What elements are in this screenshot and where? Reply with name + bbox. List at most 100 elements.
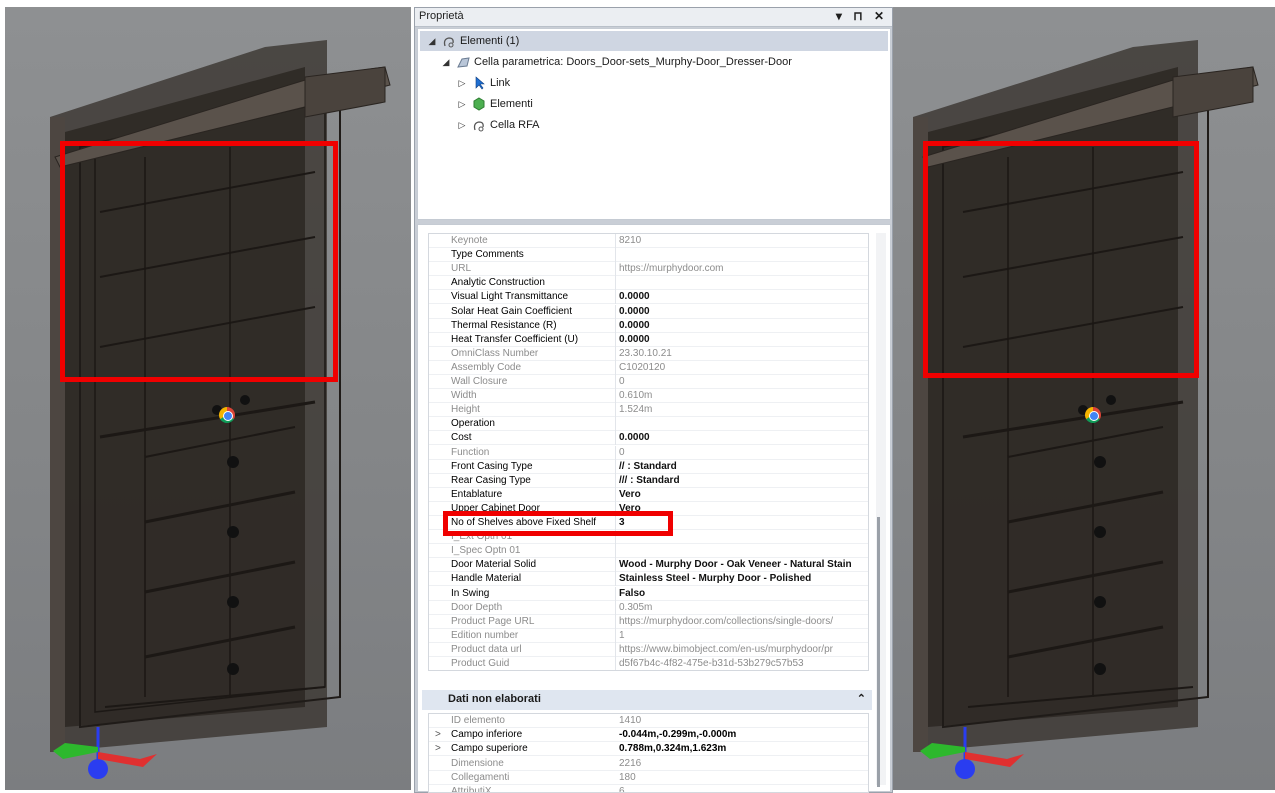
property-value[interactable]: 1.524m [619, 403, 868, 417]
property-row[interactable]: Visual Light Transmittance 0.0000 [429, 290, 868, 305]
property-value[interactable]: https://www.bimobject.com/en-us/murphydo… [619, 643, 868, 657]
tree-item-elementi[interactable]: ▷ Elementi [456, 94, 533, 114]
tree-expander[interactable]: ▷ [456, 120, 468, 131]
property-row[interactable]: Cost 0.0000 [429, 431, 868, 446]
property-row[interactable]: Assembly Code C1020120 [429, 360, 868, 375]
raw-data-row[interactable]: AttributiX 6 [429, 785, 868, 792]
right-3d-viewport[interactable] [893, 7, 1275, 790]
property-value[interactable]: 8210 [619, 234, 868, 248]
property-name: Product Page URL [451, 614, 616, 629]
property-value[interactable]: Wood - Murphy Door - Oak Veneer - Natura… [619, 558, 868, 572]
property-value[interactable]: https://murphydoor.com [619, 262, 868, 276]
raw-data-row[interactable]: > Campo superiore 0.788m,0.324m,1.623m [429, 742, 868, 757]
chrome-browser-icon [219, 407, 235, 423]
raw-data-value[interactable]: -0.044m,-0.299m,-0.000m [619, 728, 868, 741]
property-value[interactable]: d5f67b4c-4f82-475e-b31d-53b279c57b53 [619, 657, 868, 670]
property-row[interactable]: Height 1.524m [429, 403, 868, 418]
property-name: Wall Closure [451, 375, 616, 389]
cell-icon [455, 55, 471, 69]
property-name: Solar Heat Gain Coefficient [451, 304, 616, 319]
property-value[interactable]: 0 [619, 446, 868, 460]
property-row[interactable]: Function 0 [429, 445, 868, 460]
property-value[interactable]: Vero [619, 488, 868, 502]
raw-data-name: Collegamenti [451, 771, 510, 783]
raw-data-value[interactable]: 1410 [619, 714, 868, 727]
property-value[interactable] [619, 417, 868, 431]
property-row[interactable]: Entablature Vero [429, 487, 868, 502]
property-row[interactable]: OmniClass Number 23.30.10.21 [429, 346, 868, 361]
property-row[interactable]: Analytic Construction [429, 276, 868, 291]
property-row[interactable]: Edition number 1 [429, 628, 868, 643]
property-row[interactable]: Width 0.610m [429, 389, 868, 404]
selection-tree: ◢ Elementi (1) ◢ Cella parametrica: Door… [417, 28, 891, 220]
property-row[interactable]: Thermal Resistance (R) 0.0000 [429, 318, 868, 333]
shelves-property-highlight [443, 511, 673, 536]
raw-data-row[interactable]: Dimensione 2216 [429, 757, 868, 771]
property-value[interactable]: 0.0000 [619, 319, 868, 333]
property-value[interactable]: https://murphydoor.com/collections/singl… [619, 615, 868, 629]
property-value[interactable]: 0.0000 [619, 431, 868, 445]
property-row[interactable]: Product data url https://www.bimobject.co… [429, 642, 868, 657]
property-row[interactable]: Rear Casing Type/// : Standard [429, 473, 868, 488]
property-row[interactable]: Handle Material Stainless Steel - Murphy … [429, 572, 868, 587]
property-value[interactable]: 1 [619, 629, 868, 643]
property-value[interactable] [619, 276, 868, 290]
property-value[interactable] [619, 248, 868, 262]
raw-data-value[interactable]: 180 [619, 771, 868, 784]
property-value[interactable]: /// : Standard [619, 474, 868, 488]
property-value[interactable]: 0.0000 [619, 290, 868, 304]
raw-data-row[interactable]: > Campo inferiore -0.044m,-0.299m,-0.000m [429, 728, 868, 743]
property-value[interactable]: 0.0000 [619, 333, 868, 347]
property-row[interactable]: Product Guid d5f67b4c-4f82-475e-b31d-53b2… [429, 657, 868, 670]
property-row[interactable]: Product Page URL https://murphydoor.com/c… [429, 614, 868, 629]
property-value[interactable]: 0.610m [619, 389, 868, 403]
property-value[interactable]: 0 [619, 375, 868, 389]
property-name: Thermal Resistance (R) [451, 318, 616, 333]
tree-item-parametric-cell[interactable]: ◢ Cella parametrica: Doors_Door-sets_Mur… [440, 52, 792, 72]
properties-scroll-thumb[interactable] [877, 517, 880, 787]
tree-expander[interactable]: ◢ [426, 36, 438, 47]
property-row[interactable]: Solar Heat Gain Coefficient 0.0000 [429, 304, 868, 319]
raw-data-section-header[interactable]: Dati non elaborati ⌃ [422, 690, 872, 710]
property-value[interactable]: 0.0000 [619, 305, 868, 319]
tree-item-elements[interactable]: ◢ Elementi (1) [420, 31, 888, 51]
property-row[interactable]: Keynote 8210 [429, 234, 868, 248]
property-row[interactable]: Door Material Solid Wood - Murphy Door - … [429, 558, 868, 573]
property-row[interactable]: Wall Closure 0 [429, 375, 868, 389]
tree-item-link[interactable]: ▷ Link [456, 73, 510, 93]
left-3d-viewport[interactable] [5, 7, 411, 790]
property-row[interactable]: URL https://murphydoor.com [429, 262, 868, 277]
property-row[interactable]: I_Spec Optn 01 [429, 544, 868, 559]
row-expander-icon[interactable]: > [435, 728, 445, 741]
property-value[interactable]: C1020120 [619, 361, 868, 375]
tree-expander[interactable]: ◢ [440, 57, 452, 68]
raw-data-row[interactable]: Collegamenti 180 [429, 771, 868, 785]
property-name: Edition number [451, 628, 616, 643]
tree-expander[interactable]: ▷ [456, 78, 468, 89]
property-name: Operation [451, 417, 616, 432]
rfa-cell-icon [471, 118, 487, 132]
property-value[interactable]: 0.305m [619, 601, 868, 615]
panel-window-buttons[interactable]: ▾ ⊓ ✕ [836, 9, 888, 23]
property-row[interactable]: Type Comments [429, 248, 868, 263]
property-value[interactable] [619, 544, 868, 558]
raw-data-row[interactable]: ID elemento 1410 [429, 714, 868, 728]
collapse-chevron-icon[interactable]: ⌃ [857, 692, 866, 705]
property-row[interactable]: Heat Transfer Coefficient (U) 0.0000 [429, 332, 868, 347]
row-expander-icon[interactable]: > [435, 742, 445, 755]
property-value[interactable]: 23.30.10.21 [619, 347, 868, 361]
tree-item-rfa-cell[interactable]: ▷ Cella RFA [456, 115, 540, 135]
property-value[interactable]: // : Standard [619, 460, 868, 474]
tree-expander[interactable]: ▷ [456, 99, 468, 110]
property-name: Function [451, 445, 616, 460]
property-row[interactable]: Door Depth 0.305m [429, 600, 868, 615]
property-value[interactable]: Stainless Steel - Murphy Door - Polished [619, 572, 868, 586]
property-row[interactable]: In Swing Falso [429, 586, 868, 601]
property-row[interactable]: Operation [429, 417, 868, 432]
element-gem-icon [471, 97, 487, 111]
property-row[interactable]: Front Casing Type// : Standard [429, 459, 868, 474]
raw-data-value[interactable]: 6 [619, 785, 868, 792]
raw-data-value[interactable]: 2216 [619, 757, 868, 770]
raw-data-value[interactable]: 0.788m,0.324m,1.623m [619, 742, 868, 755]
property-value[interactable]: Falso [619, 587, 868, 601]
